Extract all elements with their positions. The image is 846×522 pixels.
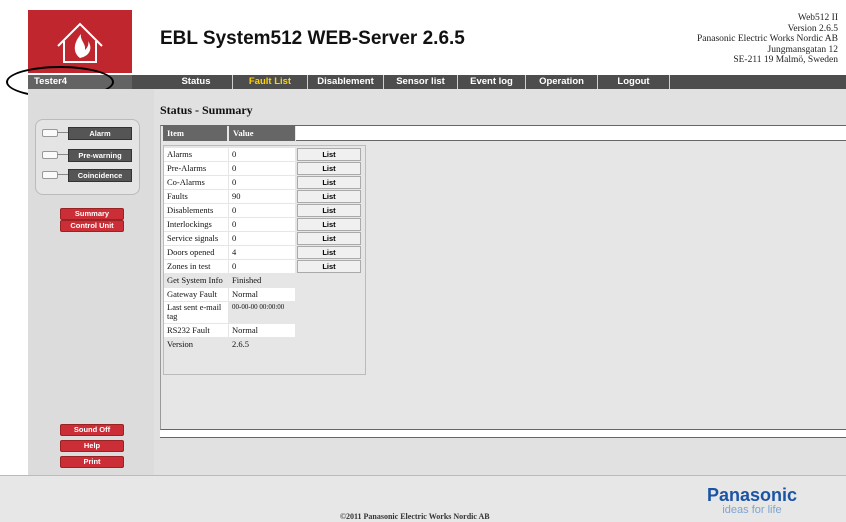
row-item-label: Co-Alarms	[164, 176, 228, 189]
section-title: Status - Summary	[160, 103, 253, 117]
row-value: Finished	[229, 274, 295, 287]
brand-tagline: ideas for life	[722, 504, 782, 516]
summary-button[interactable]: Summary	[60, 208, 124, 220]
control-unit-button[interactable]: Control Unit	[60, 220, 124, 232]
list-button-faults[interactable]: List	[297, 190, 361, 203]
bottom-strip	[160, 430, 846, 438]
row-value: Normal	[229, 288, 295, 301]
list-button-alarms[interactable]: List	[297, 148, 361, 161]
nav-item-operation[interactable]: Operation	[526, 75, 598, 89]
coincidence-indicator: Coincidence	[68, 169, 132, 182]
column-header-item: Item	[163, 126, 227, 141]
app-logo	[28, 10, 132, 73]
company-name: Panasonic Electric Works Nordic AB	[696, 34, 838, 44]
list-button-interlockings[interactable]: List	[297, 218, 361, 231]
coincidence-led-icon	[42, 171, 58, 179]
list-button-zones-in-test[interactable]: List	[297, 260, 361, 273]
row-item-label: Interlockings	[164, 218, 228, 231]
row-item-label: Version	[164, 338, 228, 351]
print-button[interactable]: Print	[60, 456, 124, 468]
row-item-label: Faults	[164, 190, 228, 203]
row-value: 90	[229, 190, 295, 203]
pre-warning-led-icon	[42, 151, 58, 159]
row-value: 0	[229, 162, 295, 175]
pre-warning-indicator: Pre-warning	[68, 149, 132, 162]
sound-off-button[interactable]: Sound Off	[60, 424, 124, 436]
nav-item-event-log[interactable]: Event log	[458, 75, 526, 89]
row-item-label: Alarms	[164, 148, 228, 161]
row-value: 0	[229, 204, 295, 217]
column-header-value: Value	[229, 126, 295, 141]
house-flame-logo-icon	[57, 22, 103, 63]
product-name: Web512 II	[797, 13, 838, 23]
copyright: ©2011 Panasonic Electric Works Nordic AB	[340, 512, 490, 521]
panasonic-logo: Panasonic ideas for life	[702, 486, 802, 516]
row-value: 0	[229, 260, 295, 273]
company-info: Web512 II Version 2.6.5 Panasonic Electr…	[697, 13, 838, 66]
row-value: 00-00-00 00:00:00	[229, 302, 295, 323]
nav-item-fault-list[interactable]: Fault List	[233, 75, 308, 89]
nav-item-sensor-list[interactable]: Sensor list	[384, 75, 458, 89]
row-value: 2.6.5	[229, 338, 295, 351]
row-value: 0	[229, 232, 295, 245]
company-city: SE-211 19 Malmö, Sweden	[733, 55, 838, 65]
list-button-pre-alarms[interactable]: List	[297, 162, 361, 175]
alarm-led-icon	[42, 129, 58, 137]
list-button-co-alarms[interactable]: List	[297, 176, 361, 189]
row-item-label: Gateway Fault	[164, 288, 228, 301]
nav-item-logout[interactable]: Logout	[598, 75, 670, 89]
row-item-label: Doors opened	[164, 246, 228, 259]
list-button-disablements[interactable]: List	[297, 204, 361, 217]
row-item-label: RS232 Fault	[164, 324, 228, 337]
row-item-label: Last sent e-mail tag	[164, 302, 228, 323]
row-item-label: Pre-Alarms	[164, 162, 228, 175]
nav-item-disablement[interactable]: Disablement	[308, 75, 384, 89]
row-item-label: Disablements	[164, 204, 228, 217]
row-value: 0	[229, 176, 295, 189]
row-item-label: Zones in test	[164, 260, 228, 273]
help-button[interactable]: Help	[60, 440, 124, 452]
nav-item-status[interactable]: Status	[160, 75, 233, 89]
list-button-service-signals[interactable]: List	[297, 232, 361, 245]
row-value: 4	[229, 246, 295, 259]
brand-name: Panasonic	[706, 485, 798, 505]
row-item-label: Get System Info	[164, 274, 228, 287]
row-value: 0	[229, 218, 295, 231]
app-title: EBL System512 WEB-Server 2.6.5	[160, 28, 465, 49]
alarm-indicator: Alarm	[68, 127, 132, 140]
row-value: 0	[229, 148, 295, 161]
row-value: Normal	[229, 324, 295, 337]
product-version: Version 2.6.5	[787, 23, 838, 34]
list-button-doors-opened[interactable]: List	[297, 246, 361, 259]
row-item-label: Service signals	[164, 232, 228, 245]
header-strip	[296, 125, 846, 141]
company-street: Jungmansgatan 12	[767, 44, 838, 55]
